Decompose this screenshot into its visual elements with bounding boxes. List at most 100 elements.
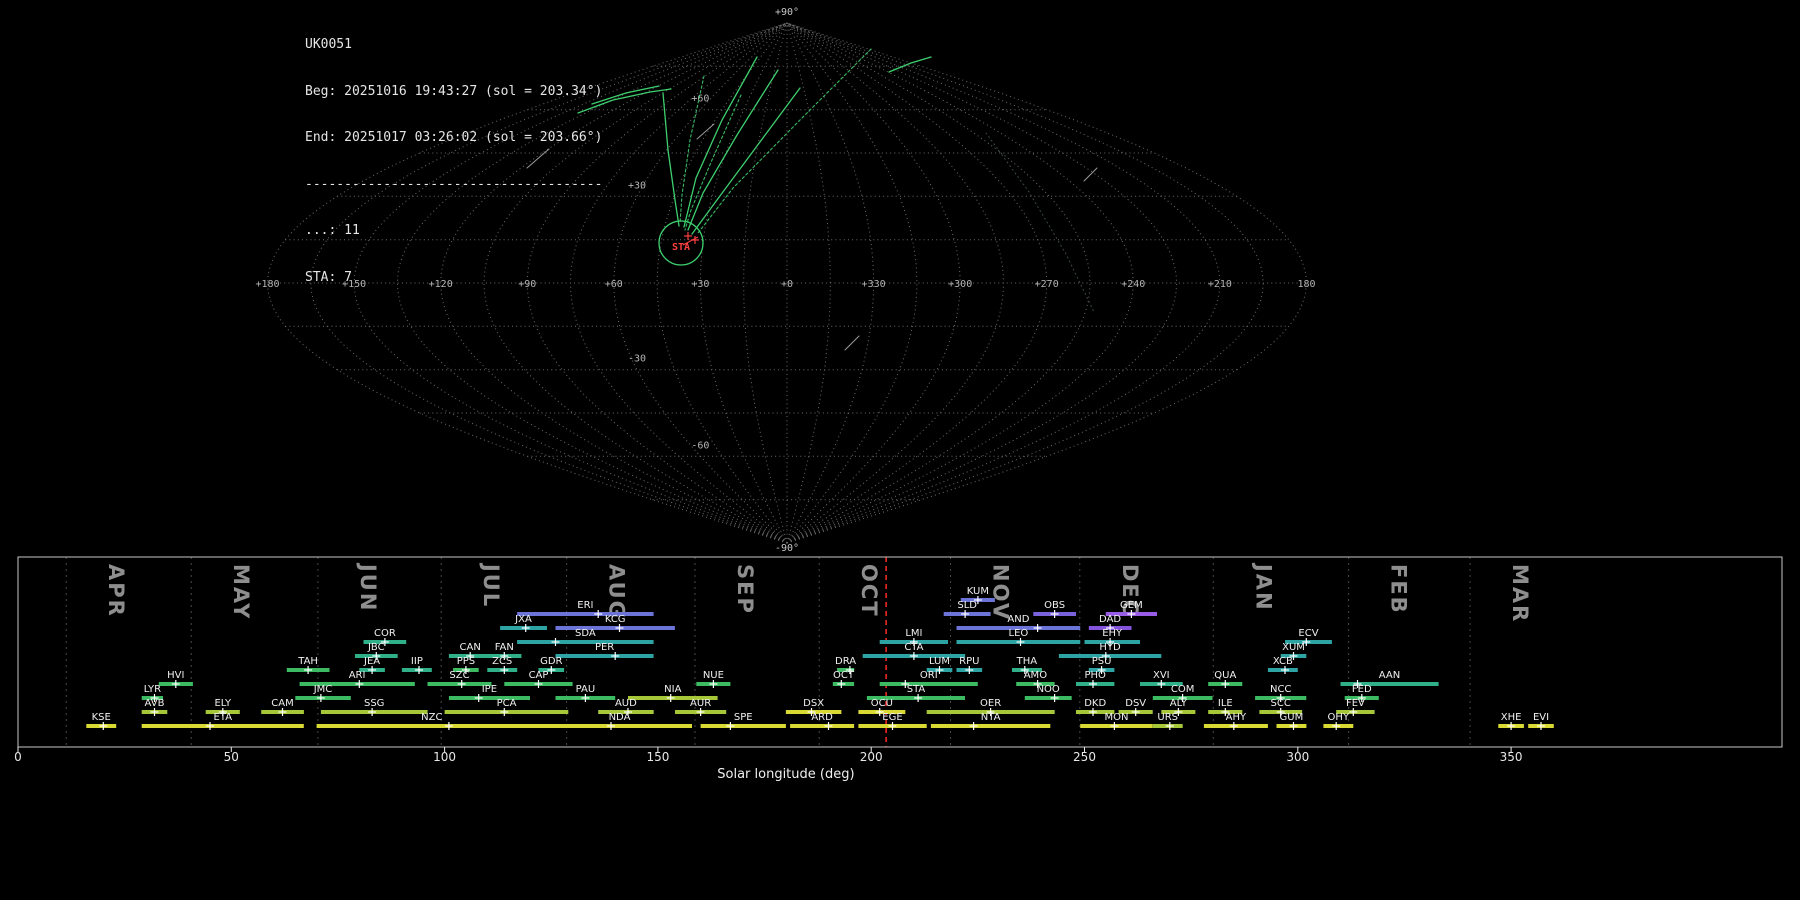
shower-label-NIA: NIA bbox=[664, 684, 681, 695]
shower-label-GUM: GUM bbox=[1280, 712, 1304, 723]
month-label: OCT bbox=[857, 564, 881, 618]
north-pole-label: +90° bbox=[775, 7, 799, 18]
shower-label-ERI: ERI bbox=[577, 600, 593, 611]
shower-label-FED: FED bbox=[1352, 684, 1372, 695]
shower-label-PAU: PAU bbox=[576, 684, 596, 695]
shower-label-ZCS: ZCS bbox=[492, 656, 512, 667]
shower-label-AUD: AUD bbox=[615, 698, 637, 709]
shower-label-KUM: KUM bbox=[967, 586, 989, 597]
radiant-label: STA bbox=[672, 242, 690, 253]
shower-bar-NDA bbox=[547, 724, 692, 728]
meteor-track bbox=[697, 48, 872, 234]
shower-bar-NOO bbox=[1024, 696, 1072, 700]
shower-label-STA: STA bbox=[907, 684, 926, 695]
shower-label-OBS: OBS bbox=[1044, 600, 1065, 611]
lat-label: +60 bbox=[691, 94, 709, 105]
shower-label-TAH: TAH bbox=[297, 656, 318, 667]
month-label: JUN bbox=[356, 562, 380, 612]
shower-bar-KCG bbox=[555, 626, 675, 630]
meteor-track bbox=[684, 94, 742, 231]
shower-label-XVI: XVI bbox=[1153, 670, 1170, 681]
shower-bar-PER bbox=[555, 654, 654, 658]
shower-label-NTA: NTA bbox=[981, 712, 1001, 723]
shower-bar-IPE bbox=[448, 696, 530, 700]
sporadic-streak bbox=[696, 123, 715, 140]
shower-label-DRA: DRA bbox=[835, 656, 856, 667]
session-info: UK0051 Beg: 20251016 19:43:27 (sol = 203… bbox=[305, 6, 602, 316]
lat-label: -30 bbox=[628, 354, 646, 365]
lon-label: +300 bbox=[948, 279, 972, 290]
shower-label-ALY: ALY bbox=[1170, 698, 1188, 709]
count-unclassified: ...: 11 bbox=[305, 223, 360, 238]
shower-label-COR: COR bbox=[374, 628, 396, 639]
shower-label-DAD: DAD bbox=[1099, 614, 1121, 625]
shower-label-DSX: DSX bbox=[803, 698, 824, 709]
lat-label: -60 bbox=[691, 440, 709, 451]
shower-bar-SPE bbox=[700, 724, 786, 728]
shower-label-JEA: JEA bbox=[363, 656, 380, 667]
shower-label-EVI: EVI bbox=[1533, 712, 1549, 723]
meteor-track bbox=[888, 56, 932, 73]
shower-label-IIP: IIP bbox=[411, 656, 423, 667]
shower-label-AHY: AHY bbox=[1226, 712, 1247, 723]
shower-label-ECV: ECV bbox=[1298, 628, 1318, 639]
x-tick-label: 100 bbox=[433, 750, 456, 764]
shower-label-NUE: NUE bbox=[703, 670, 724, 681]
shower-label-AND: AND bbox=[1007, 614, 1029, 625]
shower-label-OCT: OCT bbox=[833, 670, 855, 681]
shower-label-COM: COM bbox=[1171, 684, 1194, 695]
shower-label-PPS: PPS bbox=[457, 656, 475, 667]
month-label: AUG bbox=[605, 564, 629, 620]
shower-label-IPE: IPE bbox=[482, 684, 497, 695]
month-label: MAR bbox=[1508, 564, 1532, 623]
shower-label-PCA: PCA bbox=[497, 698, 517, 709]
shower-label-MON: MON bbox=[1105, 712, 1129, 723]
shower-label-JXA: JXA bbox=[514, 614, 532, 625]
shower-label-CAN: CAN bbox=[460, 642, 481, 653]
sporadic-streak bbox=[844, 335, 860, 351]
shower-label-PER: PER bbox=[595, 642, 614, 653]
month-label: JUL bbox=[479, 562, 503, 608]
shower-label-GDR: GDR bbox=[540, 656, 562, 667]
lon-label: +30 bbox=[691, 279, 709, 290]
lon-label: +330 bbox=[862, 279, 886, 290]
lon-label: +270 bbox=[1035, 279, 1059, 290]
lon-label: +210 bbox=[1208, 279, 1232, 290]
shower-label-LMI: LMI bbox=[905, 628, 922, 639]
lon-label: +0 bbox=[781, 279, 793, 290]
shower-label-NDA: NDA bbox=[609, 712, 631, 723]
shower-label-ARD: ARD bbox=[811, 712, 833, 723]
shower-bar-ORI bbox=[879, 682, 978, 686]
shower-label-EHY: EHY bbox=[1102, 628, 1123, 639]
activity-chart: APR MAY JUN JUL AUG SEP OCT NOV DEC JAN FEB MARKUME… bbox=[14, 556, 1783, 782]
shower-label-AVB: AVB bbox=[145, 698, 165, 709]
shower-label-SSG: SSG bbox=[364, 698, 384, 709]
app-window: +180 +150 +120 +90 +60 +30 +0 +330 +300 +270 +240 +… bbox=[0, 0, 1800, 900]
radiant-and-activity-plot: +180 +150 +120 +90 +60 +30 +0 +330 +300 +270 +240 +… bbox=[14, 7, 1783, 782]
x-tick-label: 50 bbox=[224, 750, 239, 764]
shower-label-KCG: KCG bbox=[605, 614, 626, 625]
shower-label-SZC: SZC bbox=[449, 670, 469, 681]
shower-label-HYD: HYD bbox=[1099, 642, 1121, 653]
month-label: FEB bbox=[1387, 564, 1411, 615]
lon-label: 180 bbox=[1297, 279, 1315, 290]
shower-label-SCC: SCC bbox=[1271, 698, 1291, 709]
shower-label-ARI: ARI bbox=[349, 670, 366, 681]
shower-label-QUA: QUA bbox=[1214, 670, 1236, 681]
shower-label-RPU: RPU bbox=[959, 656, 979, 667]
shower-label-ILE: ILE bbox=[1218, 698, 1233, 709]
shower-label-PHO: PHO bbox=[1084, 670, 1106, 681]
shower-label-CAM: CAM bbox=[271, 698, 293, 709]
shower-label-AMO: AMO bbox=[1024, 670, 1047, 681]
shower-label-EGE: EGE bbox=[882, 712, 902, 723]
shower-label-XUM: XUM bbox=[1282, 642, 1305, 653]
shower-label-GEM: GEM bbox=[1120, 600, 1143, 611]
shower-label-LUM: LUM bbox=[929, 656, 950, 667]
shower-label-AAN: AAN bbox=[1379, 670, 1400, 681]
shower-label-NOO: NOO bbox=[1037, 684, 1060, 695]
x-tick-label: 0 bbox=[14, 750, 22, 764]
shower-label-XCB: XCB bbox=[1273, 656, 1293, 667]
shower-label-SDA: SDA bbox=[575, 628, 596, 639]
month-label: NOV bbox=[989, 564, 1013, 621]
shower-label-LYR: LYR bbox=[144, 684, 161, 695]
